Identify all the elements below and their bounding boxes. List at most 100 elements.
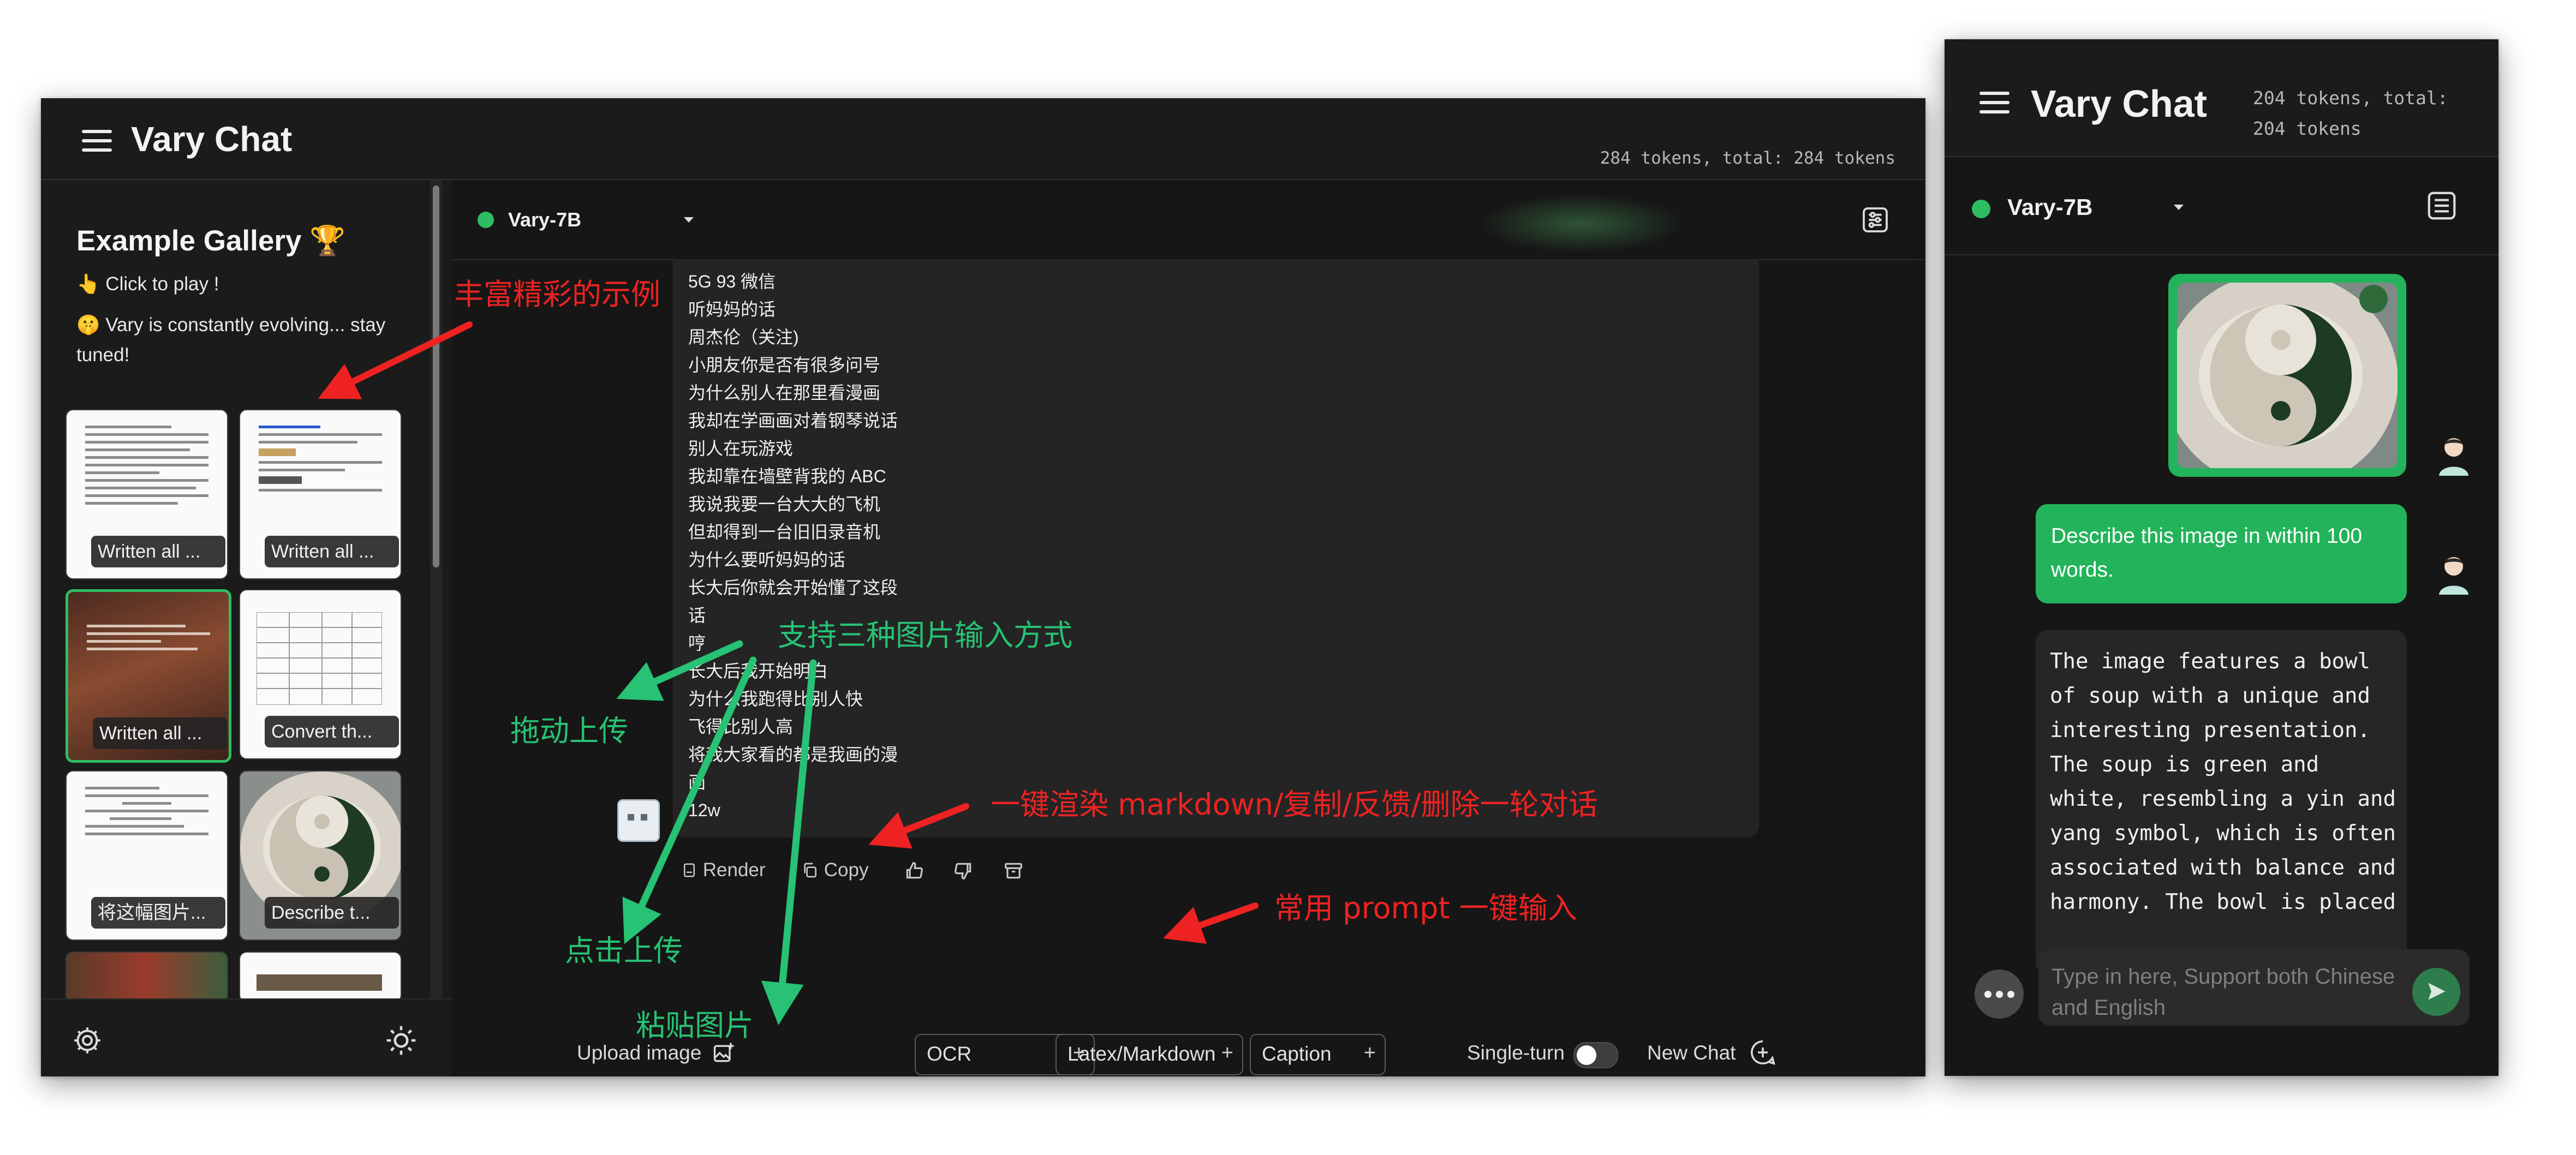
app-title: Vary Chat <box>131 119 293 159</box>
document-thumbnail <box>85 426 208 510</box>
gallery-card-caption: Written all ... <box>265 536 399 567</box>
input-placeholder: Type in here, Support both Chinese and E… <box>2052 965 2395 1020</box>
user-avatar <box>2439 557 2468 595</box>
render-label: Render <box>702 859 766 881</box>
message-line: 画 <box>688 773 706 792</box>
mobile-chat-input[interactable]: Type in here, Support both Chinese and E… <box>2038 949 2470 1026</box>
gallery-card[interactable] <box>239 951 402 1003</box>
annotation-examples: 丰富精彩的示例 <box>454 277 660 312</box>
sidebar-footer <box>41 998 452 1076</box>
message-line: 长大后我开始明白 <box>688 661 828 681</box>
mobile-header: Vary Chat 204 tokens, total: 204 tokens <box>1945 39 2499 157</box>
annotation-click-upload: 点击上传 <box>565 933 683 968</box>
chip-label: OCR <box>927 1043 972 1065</box>
new-chat-button[interactable]: New Chat <box>1647 1042 1736 1064</box>
message-line: 飞得比别人高 <box>688 717 794 737</box>
plus-icon: + <box>1221 1042 1233 1064</box>
message-line: 为什么我跑得比别人快 <box>688 689 863 709</box>
archive-icon[interactable] <box>1003 860 1024 881</box>
gallery-card-caption: 将这幅图片... <box>91 897 225 929</box>
user-image-message <box>2168 274 2406 477</box>
menu-icon[interactable] <box>1979 92 2009 113</box>
gallery-card-caption: Written all ... <box>93 717 227 749</box>
mobile-model-bar: Vary-7B <box>1945 156 2499 255</box>
sliders-icon[interactable] <box>2425 189 2459 223</box>
mobile-window: Vary Chat 204 tokens, total: 204 tokens … <box>1945 39 2499 1076</box>
plus-icon: + <box>1363 1042 1376 1064</box>
gallery-card[interactable]: Convert th... <box>239 589 402 759</box>
bot-message: 5G 93 微信 听妈妈的话 周杰伦（关注) 小朋友你是否有很多问号 为什么别人在那里看… <box>673 259 1759 837</box>
gallery-title: Example Gallery 🏆 <box>76 225 346 257</box>
send-button[interactable] <box>2412 968 2460 1016</box>
message-line: 为什么别人在那里看漫画 <box>688 383 881 403</box>
sun-icon[interactable] <box>385 1024 418 1057</box>
photo-thumbnail <box>87 625 210 655</box>
document-icon <box>684 863 695 877</box>
chevron-down-icon[interactable] <box>2174 205 2184 210</box>
sidebar-scrollbar[interactable] <box>430 180 442 998</box>
copy-label: Copy <box>824 859 869 881</box>
message-line: 将我大家看的都是我画的漫 <box>688 745 898 764</box>
message-line: 12w <box>688 800 720 820</box>
gear-icon[interactable] <box>71 1024 104 1057</box>
model-bar: Vary-7B <box>452 180 1925 260</box>
sliders-icon[interactable] <box>1860 205 1891 235</box>
webpage-thumbnail <box>259 426 382 496</box>
single-turn-label: Single-turn <box>1467 1042 1565 1064</box>
gallery-card[interactable]: Describe t... <box>239 770 402 941</box>
single-turn-toggle[interactable] <box>1573 1042 1618 1068</box>
message-line: 我却靠在墙壁背我的 ABC <box>688 466 886 486</box>
render-button[interactable]: Render <box>681 859 766 881</box>
bot-message: The image features a bowl of soup with a… <box>2036 630 2407 968</box>
app-header: Vary Chat 284 tokens, total: 284 tokens <box>41 98 1925 180</box>
token-counter: 204 tokens, total: 204 tokens <box>2253 87 2448 139</box>
message-line: 听妈妈的话 <box>688 300 776 319</box>
menu-icon[interactable] <box>82 130 112 152</box>
prompt-chip-latex[interactable]: Latex/Markdown + <box>1056 1034 1243 1075</box>
soup-image <box>2177 283 2398 468</box>
message-line: 我说我要一台大大的飞机 <box>688 494 881 514</box>
sidebar: Example Gallery 🏆 👆 Click to play ! 🤫 Va… <box>41 180 452 1076</box>
user-message-text: Describe this image in within 100 words. <box>2051 524 2363 582</box>
bot-avatar <box>617 799 660 842</box>
status-dot <box>478 212 494 228</box>
user-text-message: Describe this image in within 100 words. <box>2036 504 2407 603</box>
gallery-hint: 👆 Click to play ! <box>76 273 219 295</box>
chevron-down-icon[interactable] <box>684 217 694 223</box>
gallery-card-caption: Describe t... <box>265 897 399 929</box>
gallery-card[interactable] <box>65 951 228 1003</box>
message-line: 别人在玩游戏 <box>688 439 794 458</box>
thumbs-up-icon[interactable] <box>904 860 925 881</box>
model-selector[interactable]: Vary-7B <box>2007 194 2092 220</box>
gallery-card[interactable]: Written all ... <box>239 409 402 579</box>
annotation-common-prompt: 常用 prompt 一键输入 <box>1274 891 1577 925</box>
token-counter: 284 tokens, total: 284 tokens <box>1600 148 1895 168</box>
send-icon <box>2428 983 2446 1000</box>
message-line: 周杰伦（关注) <box>688 327 799 347</box>
model-selector[interactable]: Vary-7B <box>508 208 581 231</box>
gallery-card-caption: Written all ... <box>91 536 225 567</box>
plus-circle-icon[interactable] <box>1748 1038 1778 1067</box>
annotation-one-click-actions: 一键渲染 markdown/复制/反馈/删除一轮对话 <box>991 787 1598 822</box>
gallery-card-selected[interactable]: Written all ... <box>65 589 231 763</box>
upload-image-button[interactable]: Upload image <box>577 1042 701 1064</box>
chip-label: Caption <box>1262 1043 1332 1065</box>
message-line: 为什么要听妈妈的话 <box>688 550 846 570</box>
message-line: 但却得到一台旧旧录音机 <box>688 522 881 542</box>
copy-button[interactable]: Copy <box>801 859 868 881</box>
gallery-card[interactable]: Written all ... <box>65 409 228 579</box>
photo-thumbnail <box>257 974 382 991</box>
desktop-window: Vary Chat 284 tokens, total: 284 tokens … <box>41 98 1925 1076</box>
message-text: 5G 93 微信 听妈妈的话 周杰伦（关注) 小朋友你是否有很多问号 为什么别人在那里看… <box>688 268 898 824</box>
header-glow <box>1478 194 1685 254</box>
prompt-chip-caption[interactable]: Caption + <box>1250 1034 1386 1075</box>
gallery-note: 🤫 Vary is constantly evolving... stay tu… <box>76 314 386 366</box>
app-title: Vary Chat <box>2031 82 2207 125</box>
gallery-card[interactable]: 将这幅图片... <box>65 770 228 941</box>
message-line: 小朋友你是否有很多问号 <box>688 355 881 375</box>
message-line: 我却在学画画对着钢琴说话 <box>688 411 898 430</box>
thumbs-down-icon[interactable] <box>953 860 974 881</box>
image-upload-icon[interactable] <box>712 1041 736 1065</box>
more-options-button[interactable] <box>1975 970 2024 1019</box>
chip-label: Latex/Markdown <box>1068 1043 1216 1065</box>
